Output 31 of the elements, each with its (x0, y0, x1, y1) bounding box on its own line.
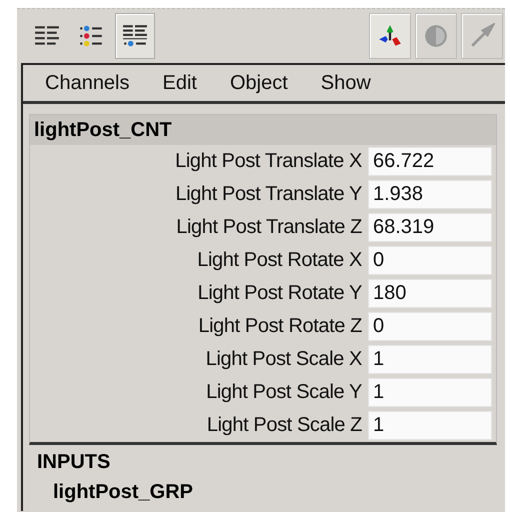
channel-label[interactable]: Light Post Translate Y (175, 183, 368, 206)
half-disc-icon (423, 23, 449, 49)
menu-item[interactable]: Channels (31, 72, 149, 94)
channel-label[interactable]: Light Post Rotate Y (198, 282, 368, 305)
channel-label[interactable]: Light Post Translate Z (176, 216, 368, 239)
inputs-heading: INPUTS (37, 451, 112, 475)
combined-list-icon (122, 23, 148, 49)
arrow-icon (469, 23, 495, 49)
value-field[interactable]: 1 (368, 378, 492, 407)
dotted-list-icon (78, 23, 104, 49)
axes-button[interactable] (369, 13, 411, 59)
value-field[interactable]: 1 (368, 411, 492, 440)
value-field[interactable]: 0 (368, 246, 492, 275)
value-field[interactable]: 180 (368, 279, 492, 308)
channel-label[interactable]: Light Post Scale Y (206, 381, 368, 404)
channel-label[interactable]: Light Post Rotate X (197, 249, 368, 272)
menu-item[interactable]: Object (216, 72, 307, 94)
value-field[interactable]: 1.938 (368, 180, 492, 209)
value-field[interactable]: 1 (368, 345, 492, 374)
value-field[interactable]: 66.722 (368, 147, 492, 176)
channel-label[interactable]: Light Post Scale Z (206, 414, 368, 437)
combined-view-button[interactable] (115, 13, 155, 59)
value-field[interactable]: 68.319 (368, 213, 492, 242)
menu-item[interactable]: Show (306, 72, 390, 94)
input-node[interactable]: lightPost_GRP (37, 481, 505, 504)
channel-label[interactable]: Light Post Rotate Z (198, 315, 368, 338)
channel-label[interactable]: Light Post Translate X (175, 150, 368, 173)
menu-item[interactable]: Edit (148, 72, 216, 94)
object-name[interactable]: lightPost_CNT (30, 115, 496, 145)
value-field[interactable]: 0 (368, 312, 492, 341)
channel-label[interactable]: Light Post Scale X (206, 348, 368, 371)
